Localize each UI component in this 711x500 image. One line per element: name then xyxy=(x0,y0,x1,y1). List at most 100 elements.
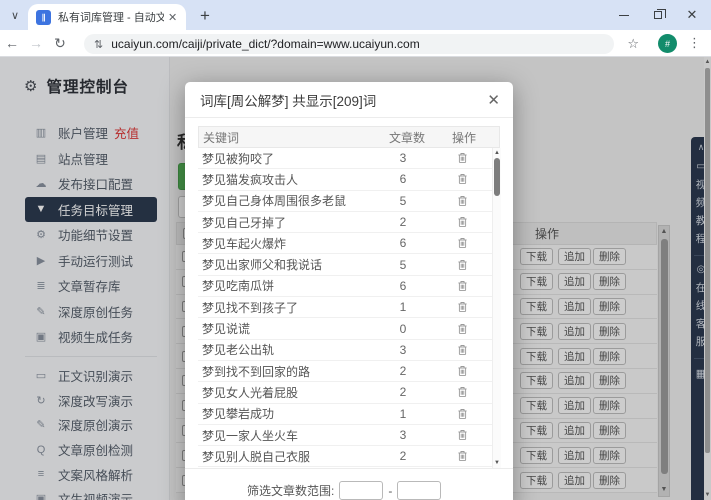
article-count: 2 xyxy=(383,449,423,463)
keyword-row: 梦见攀岩成功 1 xyxy=(198,404,492,425)
article-count: 1 xyxy=(383,300,423,314)
range-min-input[interactable] xyxy=(339,481,383,500)
article-count: 5 xyxy=(383,258,423,272)
keyword-text: 梦见吃南瓜饼 xyxy=(202,277,274,294)
tab-strip: ∨ ∥ 私有词库管理 - 自动文章采集平台 ✕ + ✕ xyxy=(0,0,711,30)
trash-icon xyxy=(457,449,468,466)
keyword-text: 梦见车起火爆炸 xyxy=(202,235,286,252)
delete-keyword-button[interactable] xyxy=(454,237,470,249)
delete-keyword-button[interactable] xyxy=(454,408,470,420)
delete-keyword-button[interactable] xyxy=(454,280,470,292)
delete-keyword-button[interactable] xyxy=(454,301,470,313)
trash-icon xyxy=(457,322,468,339)
article-count: 6 xyxy=(383,279,423,293)
site-settings-icon[interactable]: ⇅ xyxy=(94,38,103,51)
reload-button[interactable]: ↻ xyxy=(48,35,72,52)
back-button[interactable]: ← xyxy=(0,35,24,51)
modal-scrollbar[interactable]: ▲ ▼ xyxy=(492,148,501,468)
keyword-row: 梦见一家人坐火车 3 xyxy=(198,425,492,446)
trash-icon xyxy=(457,407,468,424)
keyword-text: 梦见自己身体周围很多老鼠 xyxy=(202,192,346,209)
range-max-input[interactable] xyxy=(397,481,441,500)
trash-icon xyxy=(457,364,468,381)
keyword-text: 梦见找不到孩子了 xyxy=(202,299,298,316)
keyword-row: 梦见车起火爆炸 6 xyxy=(198,233,492,254)
bookmark-star-icon[interactable]: ☆ xyxy=(627,36,639,52)
article-count: 2 xyxy=(383,364,423,378)
article-count: 5 xyxy=(383,194,423,208)
profile-avatar[interactable]: # xyxy=(658,34,677,53)
close-window-button[interactable]: ✕ xyxy=(675,0,709,30)
browser-menu-icon[interactable]: ⋮ xyxy=(688,35,701,51)
tab-title: 私有词库管理 - 自动文章采集平台 xyxy=(58,9,164,25)
delete-keyword-button[interactable] xyxy=(454,386,470,398)
scrollbar-thumb[interactable] xyxy=(705,68,710,453)
trash-icon xyxy=(457,151,468,168)
delete-keyword-button[interactable] xyxy=(454,344,470,356)
tab-close-icon[interactable]: ✕ xyxy=(168,11,177,24)
filter-range-label: 筛选文章数范围: xyxy=(247,482,334,499)
trash-icon xyxy=(457,215,468,232)
page-content: ⚙ 管理控制台 ▥账户管理充值▤站点管理☁发布接口配置▼任务目标管理⚙功能细节设… xyxy=(0,57,711,500)
keyword-row: 梦见女人光着屁股 2 xyxy=(198,382,492,403)
scroll-up-arrow-icon[interactable]: ▲ xyxy=(493,150,501,156)
keyword-row: 梦到找不到回家的路 2 xyxy=(198,361,492,382)
keyword-text: 梦见说谎 xyxy=(202,320,250,337)
scrollbar-thumb[interactable] xyxy=(494,158,500,196)
modal-keyword-list: 梦见被狗咬了3梦见猫发疯攻击人6梦见自己身体周围很多老鼠5梦见自己牙掉了2梦见车… xyxy=(198,148,492,467)
article-count: 0 xyxy=(383,322,423,336)
keyword-row: 梦见出家师父和我说话 5 xyxy=(198,254,492,275)
keyword-text: 梦见攀岩成功 xyxy=(202,405,274,422)
article-count: 2 xyxy=(383,385,423,399)
action-column-header: 操作 xyxy=(452,129,476,146)
delete-keyword-button[interactable] xyxy=(454,323,470,335)
article-count: 3 xyxy=(383,428,423,442)
page-scrollbar[interactable]: ▲ ▼ xyxy=(704,57,711,500)
keyword-text: 梦见女人光着屁股 xyxy=(202,384,298,401)
address-bar[interactable]: ⇅ ucaiyun.com/caiji/private_dict/?domain… xyxy=(84,34,614,54)
article-count: 6 xyxy=(383,172,423,186)
scroll-down-arrow-icon[interactable]: ▼ xyxy=(493,460,501,466)
trash-icon xyxy=(457,428,468,445)
article-count: 3 xyxy=(383,151,423,165)
browser-toolbar: ← → ↻ ⇅ ucaiyun.com/caiji/private_dict/?… xyxy=(0,30,711,57)
delete-keyword-button[interactable] xyxy=(454,195,470,207)
delete-keyword-button[interactable] xyxy=(454,365,470,377)
keyword-row: 梦见吃南瓜饼 6 xyxy=(198,276,492,297)
trash-icon xyxy=(457,258,468,275)
count-column-header: 文章数 xyxy=(389,129,425,146)
scroll-up-arrow-icon[interactable]: ▲ xyxy=(704,59,711,65)
minimize-button[interactable] xyxy=(607,0,641,30)
trash-icon xyxy=(457,194,468,211)
trash-icon xyxy=(457,300,468,317)
restore-icon xyxy=(654,11,662,19)
keyword-text: 梦见一家人坐火车 xyxy=(202,427,298,444)
scroll-down-arrow-icon[interactable]: ▼ xyxy=(704,492,711,498)
delete-keyword-button[interactable] xyxy=(454,259,470,271)
keyword-text: 梦见老公出轨 xyxy=(202,341,274,358)
keyword-text: 梦见出家师父和我说话 xyxy=(202,256,322,273)
browser-tab[interactable]: ∥ 私有词库管理 - 自动文章采集平台 ✕ xyxy=(28,4,186,30)
keyword-text: 梦到找不到回家的路 xyxy=(202,363,310,380)
delete-keyword-button[interactable] xyxy=(454,429,470,441)
new-tab-button[interactable]: + xyxy=(194,5,216,27)
modal-title: 词库[周公解梦] 共显示[209]词 xyxy=(200,90,376,110)
delete-keyword-button[interactable] xyxy=(454,450,470,462)
article-count: 1 xyxy=(383,407,423,421)
modal-footer: 筛选文章数范围: - xyxy=(185,468,513,500)
site-favicon: ∥ xyxy=(36,10,51,25)
trash-icon xyxy=(457,172,468,189)
tab-search-chevron-icon[interactable]: ∨ xyxy=(6,6,24,24)
forward-button[interactable]: → xyxy=(24,35,48,51)
keyword-row: 梦见猫发疯攻击人6 xyxy=(198,169,492,190)
modal-close-icon[interactable]: ✕ xyxy=(487,91,500,109)
dictionary-modal: 词库[周公解梦] 共显示[209]词 ✕ 关键词 文章数 操作 梦见被狗咬了3梦… xyxy=(185,82,513,500)
close-icon: ✕ xyxy=(687,7,698,23)
modal-table-header: 关键词 文章数 操作 xyxy=(198,126,500,148)
keyword-row: 梦见被狗咬了3 xyxy=(198,148,492,169)
article-count: 6 xyxy=(383,236,423,250)
delete-keyword-button[interactable] xyxy=(454,152,470,164)
delete-keyword-button[interactable] xyxy=(454,173,470,185)
delete-keyword-button[interactable] xyxy=(454,216,470,228)
restore-button[interactable] xyxy=(641,0,675,30)
